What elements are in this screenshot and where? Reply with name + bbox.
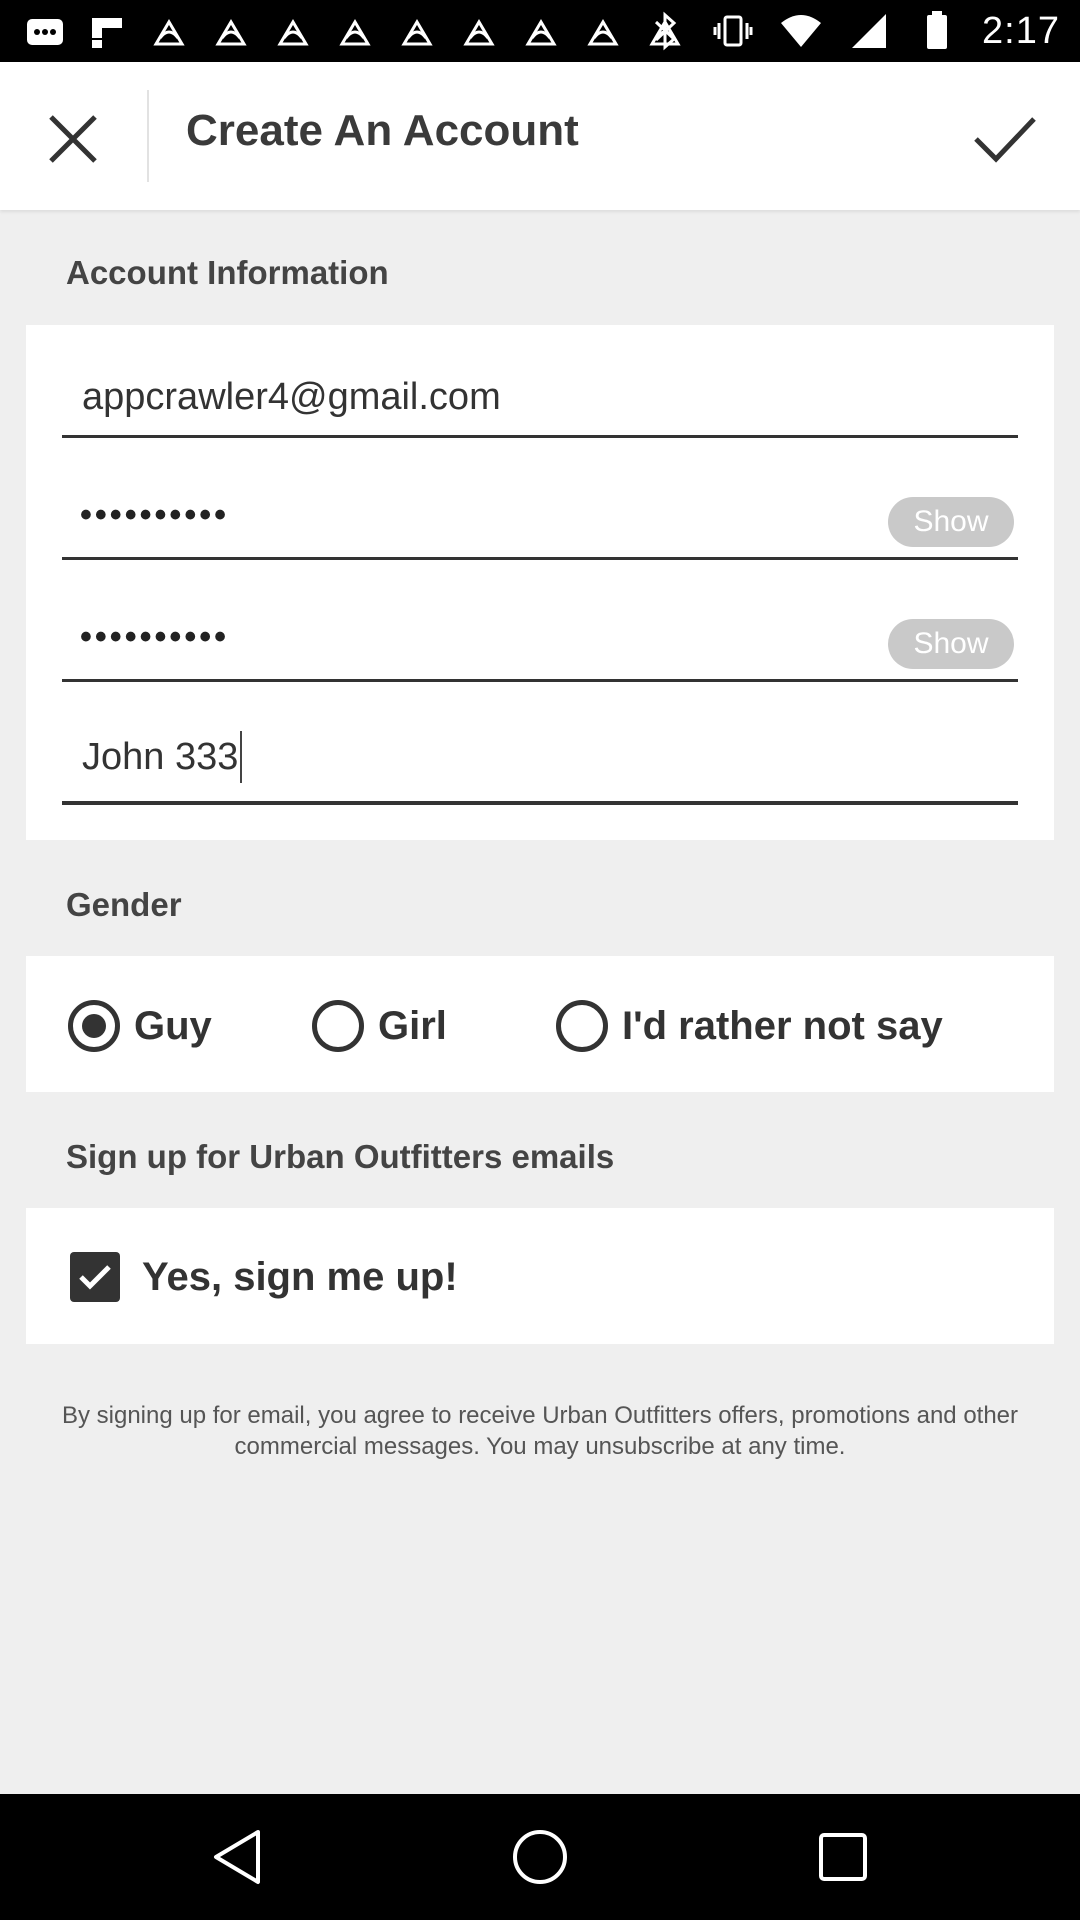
confirm-password-show-button[interactable]: Show [888, 619, 1014, 669]
app-icon [332, 10, 378, 56]
password-field[interactable]: •••••••••• Show [62, 480, 1018, 560]
text-cursor [240, 731, 243, 783]
recents-icon [819, 1833, 867, 1881]
messages-icon [22, 10, 68, 56]
gender-option-label: Girl [378, 1003, 447, 1048]
vibrate-icon [710, 8, 756, 54]
name-text: John 333 [82, 736, 239, 779]
radio-checked-icon [68, 1000, 120, 1052]
name-value: John 333 [82, 731, 243, 785]
email-section-label: Sign up for Urban Outfitters emails [66, 1138, 615, 1175]
radio-unchecked-icon [312, 1000, 364, 1052]
page-title: Create An Account [186, 106, 579, 155]
check-icon [974, 117, 1036, 163]
app-bar: Create An Account [0, 62, 1080, 210]
email-signup-checkbox-row[interactable]: Yes, sign me up! [70, 1252, 458, 1302]
flipboard-icon [84, 10, 130, 56]
password-show-button[interactable]: Show [888, 497, 1014, 547]
back-button[interactable] [202, 1822, 272, 1892]
system-icons: 2:17 [642, 8, 1060, 54]
close-button[interactable] [30, 96, 116, 182]
gender-option-not-say[interactable]: I'd rather not say [556, 1000, 943, 1052]
gender-option-guy[interactable]: Guy [68, 1000, 212, 1052]
app-icon [456, 10, 502, 56]
password-value: •••••••••• [80, 496, 230, 534]
done-button[interactable] [960, 96, 1050, 182]
confirm-password-value: •••••••••• [80, 618, 230, 656]
home-button[interactable] [505, 1822, 575, 1892]
appbar-divider [147, 90, 149, 182]
account-card: appcrawler4@gmail.com •••••••••• Show ••… [26, 325, 1054, 840]
name-field[interactable]: John 333 [62, 725, 1018, 805]
app-icon [270, 10, 316, 56]
gender-option-label: Guy [134, 1003, 212, 1048]
radio-unchecked-icon [556, 1000, 608, 1052]
gender-card: Guy Girl I'd rather not say [26, 956, 1054, 1092]
email-signup-card: Yes, sign me up! [26, 1208, 1054, 1344]
home-icon [513, 1830, 567, 1884]
email-signup-label: Yes, sign me up! [142, 1254, 458, 1299]
app-icon [394, 10, 440, 56]
notification-icons [22, 10, 688, 56]
app-icon [580, 10, 626, 56]
email-disclaimer: By signing up for email, you agree to re… [61, 1402, 1019, 1460]
navigation-bar [0, 1794, 1080, 1920]
app-icon [208, 10, 254, 56]
bluetooth-icon [642, 8, 688, 54]
close-icon [49, 115, 97, 163]
back-icon [214, 1830, 260, 1884]
wifi-icon [778, 8, 824, 54]
status-bar: 2:17 [0, 0, 1080, 62]
account-section-label: Account Information [66, 254, 389, 291]
app-icon [518, 10, 564, 56]
recents-button[interactable] [808, 1822, 878, 1892]
gender-section-label: Gender [66, 886, 182, 923]
status-time: 2:17 [982, 9, 1060, 52]
battery-icon [914, 8, 960, 54]
checkbox-checked-icon[interactable] [70, 1252, 120, 1302]
gender-option-girl[interactable]: Girl [312, 1000, 447, 1052]
signal-icon [846, 8, 892, 54]
gender-option-label: I'd rather not say [622, 1003, 943, 1048]
app-icon [146, 10, 192, 56]
email-field[interactable]: appcrawler4@gmail.com [62, 358, 1018, 438]
email-value: appcrawler4@gmail.com [82, 376, 501, 418]
confirm-password-field[interactable]: •••••••••• Show [62, 602, 1018, 682]
